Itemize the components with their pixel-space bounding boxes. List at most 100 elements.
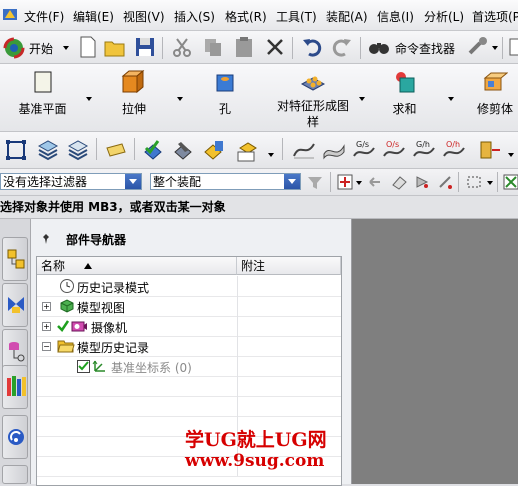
continuity-g0-icon[interactable]: G/s	[352, 138, 376, 162]
object-display-icon[interactable]	[236, 138, 260, 162]
assembly-navigator-icon	[7, 249, 25, 269]
tree-row[interactable]: 基准坐标系 (0)	[37, 356, 341, 377]
new-file-icon[interactable]	[76, 35, 100, 59]
toolbar-separator	[330, 172, 331, 192]
chevron-down-icon[interactable]	[125, 174, 141, 189]
menu-analysis[interactable]: 分析(L)	[424, 8, 464, 25]
collapse-toggle-icon[interactable]: −	[42, 342, 51, 351]
save-icon[interactable]	[133, 35, 157, 59]
menu-preferences[interactable]: 首选项(P	[472, 8, 518, 25]
toolbar-separator	[360, 37, 361, 59]
curve-analysis-icon[interactable]	[292, 138, 316, 162]
layer-visibility-icon[interactable]	[66, 138, 90, 162]
snap-point-icon[interactable]	[336, 173, 354, 191]
menu-format[interactable]: 格式(R)	[225, 8, 267, 25]
assembly-navigator-tab[interactable]	[2, 237, 28, 281]
snap-settings-icon[interactable]	[502, 173, 518, 191]
nx-app-icon[interactable]	[2, 6, 18, 22]
roles-settings-icon[interactable]	[466, 35, 490, 59]
rectangle-select-dropdown-icon[interactable]	[487, 181, 493, 185]
copy-icon[interactable]	[201, 35, 225, 59]
delete-icon[interactable]	[263, 35, 287, 59]
datum-csys-icon	[92, 360, 105, 372]
graphics-window[interactable]	[352, 219, 518, 484]
rectangle-select-icon[interactable]	[465, 173, 483, 191]
datum-dropdown-icon[interactable]	[86, 97, 92, 101]
internet-explorer-tab[interactable]	[2, 415, 28, 459]
display-dropdown-icon[interactable]	[268, 153, 274, 157]
eraser-icon[interactable]	[390, 173, 408, 191]
extrude-button[interactable]: 拉伸	[98, 64, 170, 130]
status-line: 选择对象并使用 MB3，或者双击某一对象	[0, 196, 518, 219]
menu-insert[interactable]: 插入(S)	[174, 8, 215, 25]
paste-icon[interactable]	[232, 35, 256, 59]
continuity-g1-icon[interactable]: O/s	[382, 138, 406, 162]
tree-row[interactable]: 历史记录模式	[37, 276, 341, 297]
web-browser-icon	[8, 429, 24, 445]
menu-file[interactable]: 文件(F)	[24, 8, 64, 25]
column-header-notes[interactable]: 附注	[237, 257, 341, 275]
continuity-g3-icon[interactable]: O/h	[442, 138, 466, 162]
unite-dropdown-icon[interactable]	[448, 97, 454, 101]
selection-scope-select[interactable]: 整个装配	[150, 173, 301, 190]
visibility-checkbox-icon[interactable]	[77, 360, 90, 373]
pin-icon[interactable]	[41, 233, 51, 245]
show-hide-icon[interactable]	[141, 138, 165, 162]
pattern-dropdown-icon[interactable]	[359, 97, 365, 101]
reset-filter-icon[interactable]	[306, 173, 324, 191]
snap-dropdown-icon[interactable]	[356, 181, 362, 185]
fit-view-icon[interactable]	[4, 138, 28, 162]
column-divider	[237, 276, 238, 296]
datum-plane-button[interactable]: 基准平面	[0, 64, 85, 130]
reuse-library-tab[interactable]	[2, 365, 28, 409]
tree-row[interactable]: + 摄像机	[37, 316, 341, 337]
cut-icon[interactable]	[170, 35, 194, 59]
redo-icon[interactable]	[330, 35, 354, 59]
datum-plane-label: 基准平面	[18, 102, 67, 116]
window-icon[interactable]	[508, 35, 518, 59]
menu-edit[interactable]: 编辑(E)	[73, 8, 114, 25]
continuity-g2-icon[interactable]: G/h	[412, 138, 436, 162]
move-to-layer-icon[interactable]	[104, 138, 128, 162]
surface-analysis-icon[interactable]	[322, 138, 346, 162]
undo-icon[interactable]	[300, 35, 324, 59]
tree-row-label: 历史记录模式	[77, 281, 150, 295]
selection-arrow-icon[interactable]	[367, 174, 383, 190]
select-feature-icon[interactable]	[413, 173, 431, 191]
toolbar-options-dropdown-icon[interactable]	[492, 46, 498, 50]
layer-settings-icon[interactable]	[36, 138, 60, 162]
menu-information[interactable]: 信息(I)	[377, 8, 414, 25]
command-finder-label: 命令查找器	[395, 42, 456, 56]
select-face-icon[interactable]	[436, 173, 454, 191]
open-folder-icon[interactable]	[103, 35, 127, 59]
tree-row[interactable]: − 模型历史记录	[37, 336, 341, 357]
constraint-navigator-tab[interactable]	[2, 283, 28, 327]
selection-bar: 没有选择过滤器 整个装配	[0, 169, 518, 196]
menu-view[interactable]: 视图(V)	[123, 8, 165, 25]
unite-button[interactable]: 求和	[372, 64, 437, 130]
hole-button[interactable]: 孔	[190, 64, 260, 130]
type-filter-value: 没有选择过滤器	[3, 175, 88, 189]
tree-row[interactable]: + 模型视图	[37, 296, 341, 317]
extrude-dropdown-icon[interactable]	[177, 97, 183, 101]
chevron-down-icon[interactable]	[284, 174, 300, 189]
hide-icon[interactable]	[171, 138, 195, 162]
start-label: 开始	[29, 42, 54, 56]
command-finder-button[interactable]: 命令查找器	[368, 35, 460, 59]
history-tab[interactable]	[2, 465, 28, 484]
start-button[interactable]: 开始	[3, 35, 71, 59]
column-header-name[interactable]: 名称	[37, 257, 237, 275]
analysis-dropdown-icon[interactable]	[508, 153, 514, 157]
pattern-feature-button[interactable]: 对特征形成图样	[268, 64, 358, 130]
show-all-icon[interactable]	[201, 138, 225, 162]
model-views-icon	[60, 299, 74, 313]
menu-tools[interactable]: 工具(T)	[276, 8, 317, 25]
trim-body-button[interactable]: 修剪体	[460, 64, 518, 130]
menu-assemblies[interactable]: 装配(A)	[326, 8, 368, 25]
expand-toggle-icon[interactable]: +	[42, 302, 51, 311]
column-divider	[237, 316, 238, 336]
folder-open-icon	[57, 340, 75, 353]
expand-toggle-icon[interactable]: +	[42, 322, 51, 331]
type-filter-select[interactable]: 没有选择过滤器	[0, 173, 142, 190]
section-analysis-icon[interactable]	[478, 138, 502, 162]
